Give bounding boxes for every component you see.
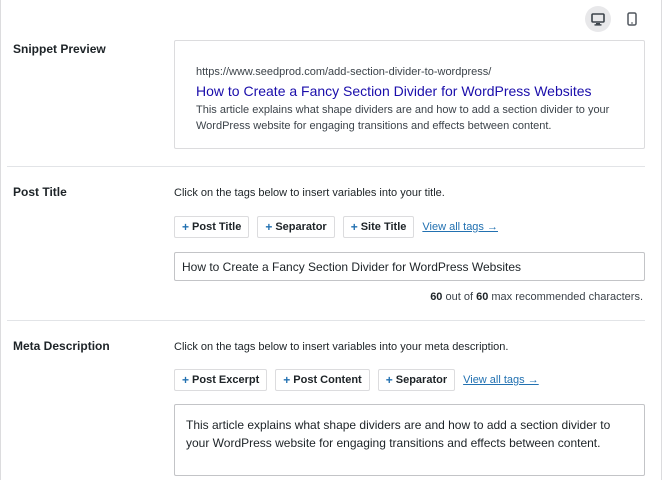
title-character-counter: 60 out of 60 max recommended characters. <box>430 291 643 303</box>
post-title-input[interactable]: How to Create a Fancy Section Divider fo… <box>174 252 645 281</box>
section-divider <box>7 320 645 321</box>
tag-post-title-button[interactable]: + Post Title <box>174 216 250 238</box>
post-title-value: How to Create a Fancy Section Divider fo… <box>182 259 522 274</box>
meta-description-value: This article explains what shape divider… <box>186 418 611 450</box>
meta-description-label: Meta Description <box>13 339 110 353</box>
post-title-tags: + Post Title + Separator + Site Title View … <box>174 216 498 238</box>
tag-post-content-button[interactable]: + Post Content <box>275 369 370 391</box>
plus-icon: + <box>350 220 358 234</box>
snippet-title: How to Create a Fancy Section Divider fo… <box>196 83 592 99</box>
view-all-tags-link[interactable]: View all tags → <box>422 221 498 233</box>
mobile-preview-button[interactable] <box>619 6 645 32</box>
plus-icon: + <box>182 220 190 234</box>
snippet-preview-label: Snippet Preview <box>13 42 106 56</box>
mobile-icon <box>627 12 637 26</box>
tag-separator-button[interactable]: + Separator <box>377 369 456 391</box>
post-title-label: Post Title <box>13 185 67 199</box>
tag-site-title-button[interactable]: + Site Title <box>342 216 415 238</box>
meta-description-tags: + Post Excerpt + Post Content + Separator V… <box>174 369 539 391</box>
desktop-preview-button[interactable] <box>585 6 611 32</box>
device-toggle <box>585 6 645 32</box>
seo-settings-panel: Snippet Preview https://www.seedprod.com… <box>0 0 662 480</box>
view-all-tags-link[interactable]: View all tags → <box>463 374 539 386</box>
snippet-url: https://www.seedprod.com/add-section-div… <box>196 66 492 78</box>
snippet-preview-box: https://www.seedprod.com/add-section-div… <box>174 40 645 149</box>
plus-icon: + <box>283 373 291 387</box>
meta-description-textarea[interactable]: This article explains what shape divider… <box>174 404 645 476</box>
tag-separator-button[interactable]: + Separator <box>257 216 335 238</box>
meta-description-hint: Click on the tags below to insert variab… <box>174 341 509 353</box>
tag-post-excerpt-button[interactable]: + Post Excerpt <box>174 369 268 391</box>
monitor-icon <box>591 12 605 26</box>
section-divider <box>7 166 645 167</box>
plus-icon: + <box>182 373 190 387</box>
plus-icon: + <box>385 373 393 387</box>
snippet-description: This article explains what shape divider… <box>196 104 610 132</box>
plus-icon: + <box>265 220 273 234</box>
post-title-hint: Click on the tags below to insert variab… <box>174 187 445 199</box>
